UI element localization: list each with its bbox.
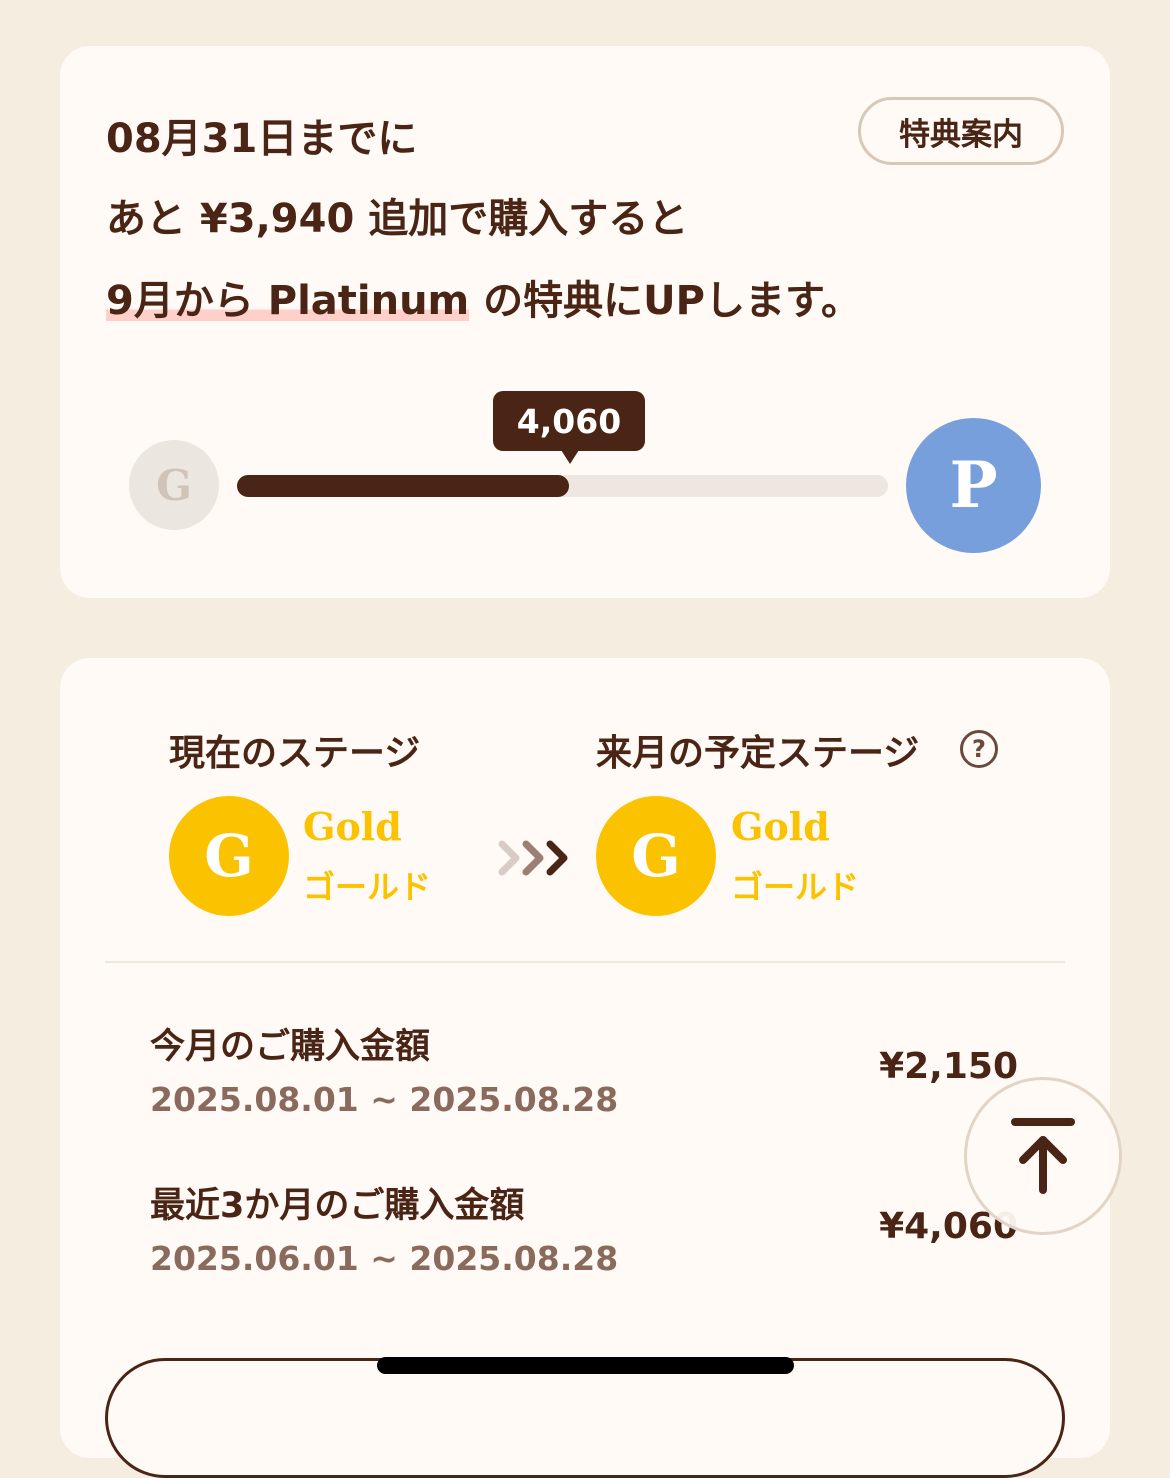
next-stage-label: 来月の予定ステージ	[596, 733, 920, 774]
benefits-guide-button[interactable]: 特典案内	[858, 97, 1064, 165]
current-stage-name-ja: ゴールド	[303, 868, 432, 906]
progress-fill	[237, 475, 569, 497]
current-gold-badge-icon: G	[169, 796, 289, 916]
bubble-pointer	[561, 450, 579, 464]
platinum-rank-badge-icon: P	[906, 418, 1041, 553]
next-stage-name-ja: ゴールド	[731, 868, 860, 906]
next-stage-name-en: Gold	[731, 804, 830, 849]
upgrade-highlight-text: 9月から Platinum	[106, 278, 470, 324]
monthly-purchase-title: 今月のご購入金額	[150, 1027, 431, 1067]
divider	[105, 961, 1065, 963]
current-stage-name-en: Gold	[303, 804, 402, 849]
current-stage-label: 現在のステージ	[169, 733, 421, 774]
three-month-purchase-title: 最近3か月のご購入金額	[150, 1186, 525, 1226]
bottom-action-button[interactable]	[105, 1358, 1065, 1478]
monthly-purchase-period: 2025.08.01 ~ 2025.08.28	[150, 1080, 619, 1119]
upgrade-rest-text: の特典にUPします。	[469, 278, 861, 324]
remaining-amount-text: あと ¥3,940 追加で購入すると	[106, 196, 689, 242]
triple-chevron-right-icon	[498, 840, 568, 876]
progress-value-bubble: 4,060	[493, 391, 645, 451]
upgrade-message: 9月から Platinum の特典にUPします。	[106, 268, 861, 326]
stage-progress-card: 08月31日までに あと ¥3,940 追加で購入すると 9月から Platin…	[60, 46, 1110, 598]
arrow-up-to-top-icon	[1011, 1118, 1075, 1194]
current-rank-badge-icon: G	[129, 440, 219, 530]
scroll-to-top-button[interactable]	[964, 1077, 1122, 1235]
question-circle-icon[interactable]: ?	[960, 730, 998, 768]
three-month-purchase-period: 2025.06.01 ~ 2025.08.28	[150, 1239, 619, 1278]
stage-detail-card: 現在のステージ 来月の予定ステージ ? G Gold ゴールド G Gold ゴ…	[60, 658, 1110, 1478]
home-indicator	[377, 1357, 794, 1374]
next-gold-badge-icon: G	[596, 796, 716, 916]
deadline-text: 08月31日までに	[106, 116, 418, 162]
monthly-purchase-amount: ¥2,150	[879, 1046, 1018, 1087]
progress-bar	[237, 475, 888, 497]
